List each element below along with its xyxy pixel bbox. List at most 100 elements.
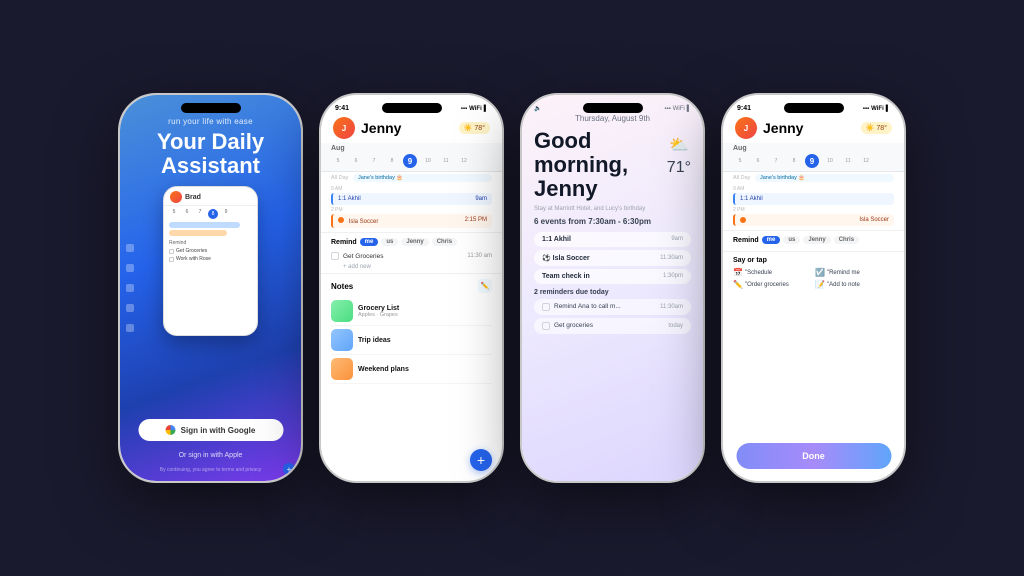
notes-edit-icon[interactable]: ✏️ <box>478 279 492 293</box>
note-title-weekend: Weekend plans <box>358 366 409 373</box>
done-button[interactable]: Done <box>736 443 891 469</box>
remind-section-4: Remind me us Jenny Chris <box>723 230 904 251</box>
remind-chip-us-4[interactable]: us <box>783 236 800 244</box>
remind-chip-us[interactable]: us <box>381 238 398 246</box>
event-card-akhil[interactable]: 1:1 Akhil 9am <box>534 232 691 247</box>
reminder-check-2[interactable] <box>542 322 550 330</box>
remind-chip-jenny[interactable]: Jenny <box>401 238 428 246</box>
reminder-check-1[interactable] <box>542 303 550 311</box>
voice-cmd-add-note[interactable]: 📝 "Add to note <box>815 280 894 289</box>
dynamic-island-2 <box>382 103 442 113</box>
note-thumb-weekend <box>331 358 353 380</box>
signin-google-label: Sign in with Google <box>181 426 256 435</box>
remind-chip-me-4[interactable]: me <box>762 236 781 244</box>
note-thumb-trip <box>331 329 353 351</box>
remind-chip-me[interactable]: me <box>360 238 379 246</box>
mini-avatar <box>170 191 182 203</box>
note-icon: 📝 <box>815 280 825 289</box>
terms-text: By continuing, you agree to terms and pr… <box>160 467 261 473</box>
sidebar-icon-reminder <box>126 304 134 312</box>
sidebar-icons <box>126 244 134 332</box>
fab-add-button-2[interactable]: + <box>470 449 492 471</box>
phone-header-4: J Jenny ☀️ 78° <box>723 114 904 143</box>
greeting-date: Thursday, August 9th <box>534 114 691 123</box>
weather-badge-4: ☀️ 78° <box>861 122 892 134</box>
voice-cmd-order[interactable]: ✏️ "Order groceries <box>733 280 812 289</box>
battery-icon-3: ▌ <box>687 106 691 112</box>
hotel-note: Stay at Marriott Hotel, and Lucy's birth… <box>534 206 691 212</box>
signin-apple-link[interactable]: Or sign in with Apple <box>179 452 243 459</box>
calendar-strip-2: Aug 5 6 7 8 9 10 11 12 <box>321 143 502 172</box>
user-avatar-4: J <box>735 117 757 139</box>
all-day-row-4: All Day Jane's birthday 🎂 <box>723 172 904 184</box>
calendar-strip-4: Aug 5 6 7 8 9 10 11 12 <box>723 143 904 172</box>
signin-google-button[interactable]: Sign in with Google <box>138 419 283 441</box>
notes-section-2: Notes ✏️ Grocery List Apples · Grapes Tr… <box>321 273 502 387</box>
cmd-remind-text: "Remind me <box>827 270 860 276</box>
status-icons-4: ▪▪▪ WiFi ▌ <box>863 106 890 112</box>
event-1:1-akhil[interactable]: 1:1 Akhil 9am <box>331 193 492 205</box>
note-title-grocery: Grocery List <box>358 305 399 312</box>
user-name-2: Jenny <box>361 120 459 136</box>
schedule-icon: 📅 <box>733 268 743 277</box>
note-trip[interactable]: Trip ideas <box>331 326 492 355</box>
event-dot <box>338 217 344 223</box>
time-events-2: 9 AM 1:1 Akhil 9am 2 PM Isla Soccer 2:15… <box>321 184 502 232</box>
voice-title: Say or tap <box>733 257 894 264</box>
mini-event-1 <box>169 222 240 228</box>
cmd-schedule-text: "Schedule <box>745 270 772 276</box>
note-thumb-grocery <box>331 300 353 322</box>
google-icon <box>166 425 176 435</box>
birthday-event-4: Jane's birthday 🎂 <box>755 174 894 182</box>
weather-temp-2: 78° <box>474 125 485 132</box>
remind-chip-chris-4[interactable]: Chris <box>834 236 859 244</box>
time-events-4: 9 AM 1:1 Akhil 2 PM Isla Soccer <box>723 184 904 230</box>
voice-cmd-schedule[interactable]: 📅 "Schedule <box>733 268 812 277</box>
signal-icon-3: ▪▪▪ <box>664 106 670 112</box>
speaker-icon: 🔈 <box>534 105 541 112</box>
wifi-icon-4: WiFi <box>871 106 884 112</box>
note-subtitle-grocery: Apples · Grapes <box>358 312 399 318</box>
events-summary: 6 events from 7:30am - 6:30pm <box>534 217 691 226</box>
remind-icon: ☑️ <box>815 268 825 277</box>
wifi-icon-3: WiFi <box>673 106 685 112</box>
cal-month-4: Aug <box>733 145 894 152</box>
weather-icon-2: ☀️ <box>464 124 473 132</box>
tagline: run your life with ease <box>168 117 253 126</box>
mini-event-2 <box>169 230 227 236</box>
event-card-checkin[interactable]: Team check in 1:30pm <box>534 269 691 284</box>
remind-label-2: Remind <box>331 239 357 246</box>
event-card-soccer[interactable]: ⚽ Isla Soccer 11:30am <box>534 250 691 266</box>
dynamic-island-3 <box>583 103 643 113</box>
event-isla-soccer[interactable]: Isla Soccer 2:15 PM <box>331 214 492 228</box>
status-time-4: 9:41 <box>737 105 751 112</box>
cmd-order-text: "Order groceries <box>745 282 789 288</box>
task-checkbox-groceries[interactable] <box>331 252 339 260</box>
reminder-2[interactable]: Get groceries today <box>534 318 691 334</box>
cmd-note-text: "Add to note <box>827 282 860 288</box>
user-avatar-2: J <box>333 117 355 139</box>
note-weekend[interactable]: Weekend plans <box>331 355 492 384</box>
phones-container: run your life with ease Your Daily Assis… <box>98 73 926 503</box>
add-new-task[interactable]: + add new <box>331 262 492 270</box>
phone-voice: 9:41 ▪▪▪ WiFi ▌ J Jenny ☀️ 78° Aug <box>721 93 906 483</box>
user-name-4: Jenny <box>763 120 861 136</box>
event-akhil-4[interactable]: 1:1 Akhil <box>733 193 894 205</box>
note-title-trip: Trip ideas <box>358 337 391 344</box>
mini-user-name: Brad <box>185 194 201 201</box>
phone-header-2: J Jenny ☀️ 78° <box>321 114 502 143</box>
status-icons-2: ▪▪▪ WiFi ▌ <box>461 106 488 112</box>
reminders-heading: 2 reminders due today <box>534 289 691 296</box>
dynamic-island-1 <box>181 103 241 113</box>
remind-section-2: Remind me us Jenny Chris Get Groceries 1… <box>321 232 502 273</box>
event-soccer-4[interactable]: Isla Soccer <box>733 214 894 226</box>
remind-chip-jenny-4[interactable]: Jenny <box>803 236 830 244</box>
note-grocery[interactable]: Grocery List Apples · Grapes <box>331 297 492 326</box>
weather-badge-2: ☀️ 78° <box>459 122 490 134</box>
remind-chip-chris[interactable]: Chris <box>432 238 457 246</box>
phone-calendar: 9:41 ▪▪▪ WiFi ▌ J Jenny ☀️ 78° Aug <box>319 93 504 483</box>
sidebar-icon-tasks <box>126 264 134 272</box>
dynamic-island-4 <box>784 103 844 113</box>
reminder-1[interactable]: Remind Ana to call m... 11:30am <box>534 299 691 315</box>
voice-cmd-remind[interactable]: ☑️ "Remind me <box>815 268 894 277</box>
